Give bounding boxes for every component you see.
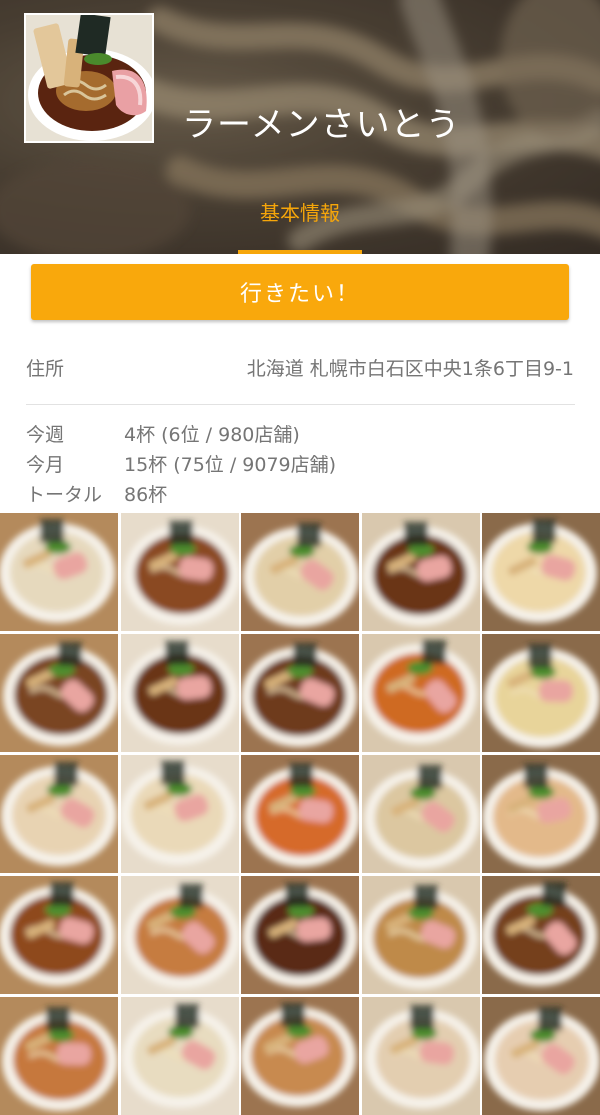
ramen-photo-image bbox=[482, 513, 600, 631]
ramen-photo-image bbox=[361, 634, 480, 752]
ranking-stats: 今週 4杯 (6位 / 980店舗) 今月 15杯 (75位 / 9079店舗)… bbox=[26, 420, 336, 510]
gallery-photo[interactable] bbox=[0, 513, 118, 631]
ramen-photo-image bbox=[361, 997, 480, 1115]
shop-thumbnail[interactable] bbox=[24, 13, 154, 143]
gallery-photo[interactable] bbox=[361, 755, 480, 873]
stat-label-week: 今週 bbox=[26, 424, 65, 446]
stat-row-week: 今週 4杯 (6位 / 980店舗) bbox=[26, 420, 336, 450]
stat-label-total: トータル bbox=[26, 484, 103, 506]
ramen-photo-image bbox=[0, 634, 118, 752]
gallery-photo[interactable] bbox=[120, 634, 239, 752]
ramen-photo-image bbox=[241, 634, 359, 752]
ramen-photo-image bbox=[0, 755, 118, 873]
tab-active-indicator bbox=[238, 250, 362, 254]
ramen-photo-image bbox=[120, 876, 239, 994]
stat-row-total: トータル 86杯 bbox=[26, 480, 336, 510]
gallery-photo[interactable] bbox=[482, 755, 600, 873]
ramen-photo-image bbox=[0, 876, 118, 994]
gallery-photo[interactable] bbox=[241, 513, 359, 631]
ramen-photo-image bbox=[120, 513, 239, 631]
gallery-photo[interactable] bbox=[0, 997, 118, 1115]
ramen-photo-image bbox=[241, 997, 359, 1115]
gallery-photo[interactable] bbox=[361, 513, 480, 631]
gallery-photo[interactable] bbox=[482, 876, 600, 994]
tab-basic-info-label: 基本情報 bbox=[260, 201, 340, 225]
gallery-photo[interactable] bbox=[482, 513, 600, 631]
info-divider bbox=[26, 404, 575, 405]
want-to-go-button[interactable]: 行きたい！ bbox=[31, 264, 569, 320]
stat-row-month: 今月 15杯 (75位 / 9079店舗) bbox=[26, 450, 336, 480]
ramen-photo-image bbox=[482, 755, 600, 873]
stat-value-week: 4杯 (6位 / 980店舗) bbox=[124, 424, 300, 446]
shop-header: ラーメンさいとう 基本情報 bbox=[0, 0, 600, 254]
stat-value-month: 15杯 (75位 / 9079店舗) bbox=[124, 454, 337, 476]
gallery-photo[interactable] bbox=[361, 876, 480, 994]
gallery-photo[interactable] bbox=[0, 876, 118, 994]
ramen-photo-image bbox=[241, 876, 359, 994]
gallery-photo[interactable] bbox=[241, 997, 359, 1115]
gallery-photo[interactable] bbox=[0, 634, 118, 752]
address-value[interactable]: 北海道 札幌市白石区中央1条6丁目9-1 bbox=[247, 354, 574, 381]
ramen-photo-image bbox=[120, 997, 239, 1115]
gallery-photo[interactable] bbox=[120, 755, 239, 873]
tab-basic-info[interactable]: 基本情報 bbox=[238, 196, 362, 254]
ramen-photo-image bbox=[361, 876, 480, 994]
ramen-photo-image bbox=[0, 513, 118, 631]
photo-gallery bbox=[0, 513, 600, 1115]
stat-value-total: 86杯 bbox=[124, 484, 168, 506]
gallery-photo[interactable] bbox=[0, 755, 118, 873]
ramen-photo-image bbox=[241, 755, 359, 873]
ramen-photo-image bbox=[482, 876, 600, 994]
gallery-photo[interactable] bbox=[120, 997, 239, 1115]
ramen-photo-image bbox=[120, 755, 239, 873]
gallery-photo[interactable] bbox=[241, 876, 359, 994]
gallery-photo[interactable] bbox=[120, 876, 239, 994]
ramen-photo-image bbox=[0, 997, 118, 1115]
gallery-photo[interactable] bbox=[482, 997, 600, 1115]
gallery-photo[interactable] bbox=[241, 755, 359, 873]
ramen-photo-image bbox=[482, 634, 600, 752]
ramen-photo-image bbox=[120, 634, 239, 752]
gallery-photo[interactable] bbox=[482, 634, 600, 752]
gallery-photo[interactable] bbox=[361, 634, 480, 752]
ramen-bowl-image bbox=[26, 15, 152, 141]
stat-label-month: 今月 bbox=[26, 454, 65, 476]
ramen-photo-image bbox=[361, 513, 480, 631]
address-label: 住所 bbox=[26, 358, 65, 380]
ramen-photo-image bbox=[482, 997, 600, 1115]
shop-name-title: ラーメンさいとう bbox=[182, 105, 461, 145]
gallery-photo[interactable] bbox=[241, 634, 359, 752]
gallery-photo[interactable] bbox=[361, 997, 480, 1115]
ramen-photo-image bbox=[241, 513, 359, 631]
gallery-photo[interactable] bbox=[120, 513, 239, 631]
ramen-photo-image bbox=[361, 755, 480, 873]
